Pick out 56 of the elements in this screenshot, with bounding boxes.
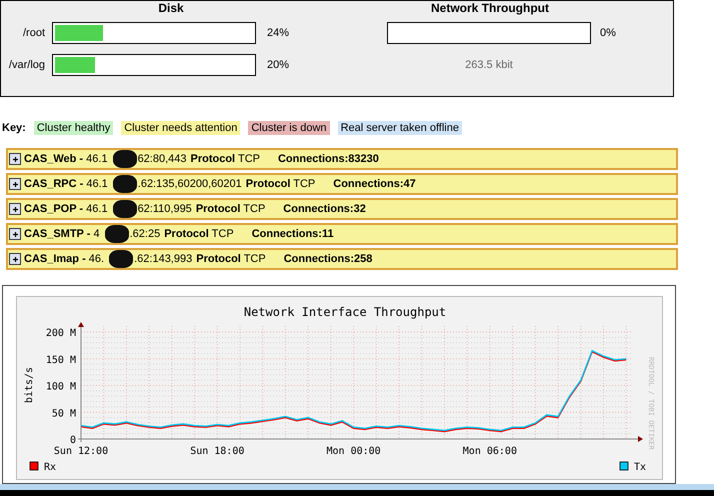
disk-heading: Disk xyxy=(157,1,185,15)
legend-tag: Cluster healthy xyxy=(34,121,114,135)
legend-tag: Cluster is down xyxy=(248,121,330,135)
cluster-connections: Connections:11 xyxy=(252,228,334,240)
expand-icon[interactable] xyxy=(9,228,21,240)
redaction-mark xyxy=(112,150,137,168)
cluster-port: .62:143,993 xyxy=(134,253,192,265)
key-label: Key: xyxy=(2,122,26,134)
network-heading: Network Throughput xyxy=(430,1,550,15)
y-tick-label: 150 M xyxy=(46,354,76,366)
cluster-name: CAS_RPC - 46.1 xyxy=(24,178,108,190)
throughput-rate: 263.5 kbit xyxy=(464,59,514,71)
cluster-protocol: Protocol TCP xyxy=(196,253,266,265)
expand-icon[interactable] xyxy=(9,203,21,215)
x-tick-label: Sun 12:00 xyxy=(54,446,108,457)
cluster-protocol: Protocol TCP xyxy=(196,203,266,215)
redaction-mark xyxy=(104,225,129,243)
usage-percent: 20% xyxy=(267,59,290,71)
cluster-protocol: Protocol TCP xyxy=(164,228,234,240)
y-tick-label: 200 M xyxy=(46,328,76,340)
cluster-name: CAS_Imap - 46. xyxy=(24,253,104,265)
cluster-protocol: Protocol TCP xyxy=(190,153,260,165)
disk-label: /root xyxy=(22,27,45,39)
cluster-port: .62:25 xyxy=(130,228,160,240)
y-tick-label: 50 M xyxy=(52,408,76,420)
legend-tag: Real server taken offline xyxy=(338,121,462,135)
cluster-port: .62:135,60200,60201 xyxy=(138,178,242,190)
x-tick-label: Sun 18:00 xyxy=(190,446,244,457)
cluster-protocol: Protocol TCP xyxy=(246,178,316,190)
redaction-mark xyxy=(109,250,134,268)
legend-label: Rx xyxy=(44,462,56,473)
y-axis-label: bits/s xyxy=(24,366,35,404)
expand-icon[interactable] xyxy=(9,153,21,165)
usage-percent: 24% xyxy=(267,27,290,39)
cluster-connections: Connections:258 xyxy=(284,253,372,265)
cluster-port: 62:110,995 xyxy=(138,203,192,215)
expand-icon[interactable] xyxy=(9,178,21,190)
x-tick-label: Mon 06:00 xyxy=(462,446,517,457)
expand-icon[interactable] xyxy=(9,253,21,265)
cluster-connections: Connections:32 xyxy=(283,203,366,215)
cluster-name: CAS_SMTP - 4 xyxy=(24,228,100,240)
x-tick-label: Mon 00:00 xyxy=(326,446,381,457)
legend-label: Tx xyxy=(634,462,646,473)
legend-tag: Cluster needs attention xyxy=(121,121,240,135)
cluster-connections: Connections:47 xyxy=(333,178,416,190)
cluster-connections: Connections:83230 xyxy=(278,153,379,165)
throughput-percent: 0% xyxy=(600,27,616,39)
disk-label: /var/log xyxy=(8,59,45,71)
y-tick-label: 0 xyxy=(70,435,76,446)
cluster-name: CAS_Web - 46.1 xyxy=(24,153,108,165)
cluster-port: 62:80,443 xyxy=(138,153,186,165)
chart-title: Network Interface Throughput xyxy=(244,305,446,319)
redaction-mark xyxy=(112,200,137,218)
cluster-name: CAS_POP - 46.1 xyxy=(24,203,108,215)
y-tick-label: 100 M xyxy=(46,382,76,392)
redaction-mark xyxy=(112,175,137,193)
